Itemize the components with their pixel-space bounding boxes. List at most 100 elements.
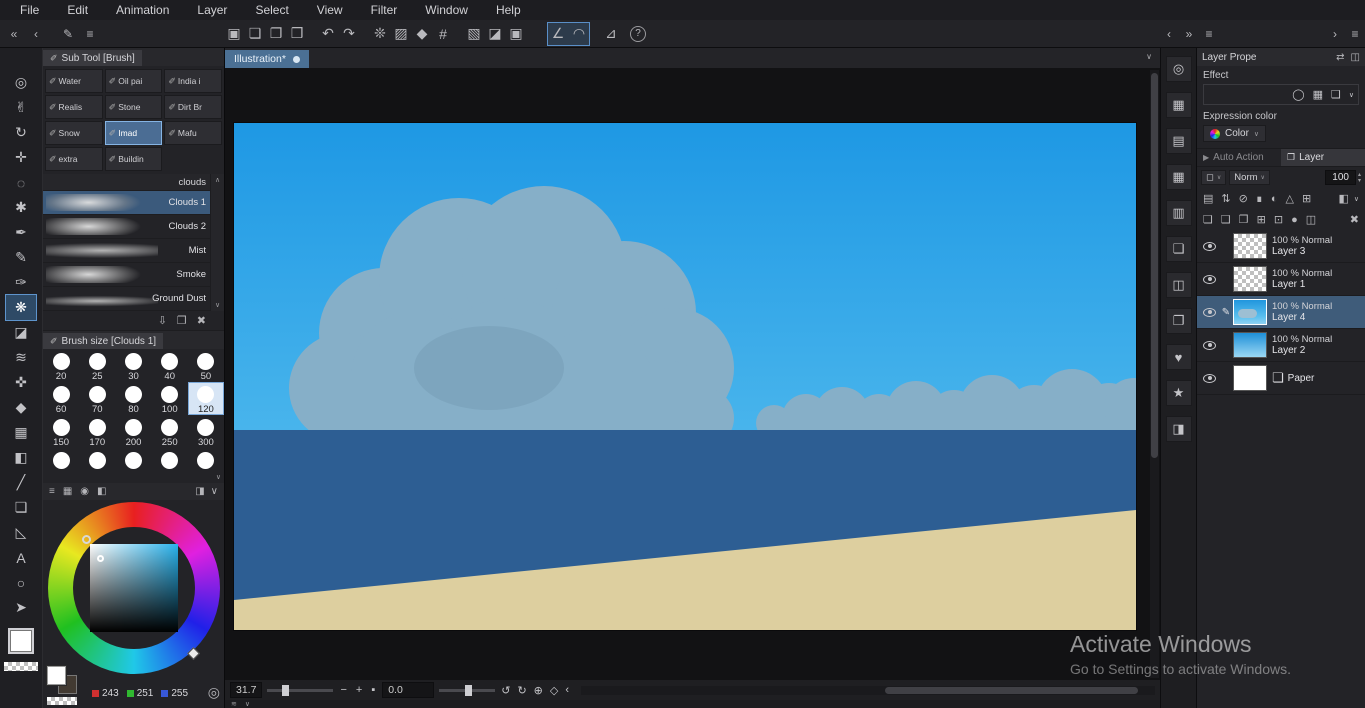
snap-special-icon[interactable]: ◪ [485, 23, 505, 45]
size-25[interactable]: 25 [79, 349, 115, 382]
brush-item-smoke[interactable]: Smoke [43, 263, 224, 287]
size-more[interactable] [43, 448, 79, 481]
star-panel-icon[interactable]: ★ [1165, 380, 1192, 406]
color-history-icon[interactable]: ◨ [195, 486, 204, 497]
layer-name[interactable]: Layer 4 [1272, 312, 1332, 323]
brush-group-mafu[interactable]: ✐ Mafu [164, 121, 222, 145]
flip-view-icon[interactable]: ◇ [549, 684, 559, 697]
effect-caret-icon[interactable]: ∨ [1349, 91, 1354, 99]
size-250[interactable]: 250 [152, 415, 188, 448]
vertical-scroll-thumb[interactable] [1151, 73, 1158, 458]
menu-view[interactable]: View [303, 3, 357, 17]
layer-thumbnail[interactable] [1233, 332, 1267, 358]
scroll-left-icon[interactable]: ‹ [564, 684, 570, 696]
zoom-in-button[interactable]: + [354, 684, 364, 696]
lock-alpha-icon[interactable]: ◐ [1271, 193, 1278, 205]
tab-layer[interactable]: ❐ Layer [1281, 149, 1365, 166]
reset-view-icon[interactable]: ⊕ [533, 684, 544, 697]
brush-group-imad[interactable]: ✐ Imad [104, 121, 163, 145]
foreground-color-swatch[interactable] [8, 628, 34, 654]
figure-tool[interactable]: ╱ [6, 470, 36, 495]
airbrush-tool[interactable]: ❋ [5, 294, 37, 321]
subtool-panel-tab[interactable]: ✐ Sub Tool [Brush] [43, 50, 142, 66]
size-300[interactable]: 300 [188, 415, 224, 448]
scroll-down-icon[interactable]: ∨ [215, 301, 220, 309]
size-scroll-down-icon[interactable]: ∨ [216, 473, 221, 481]
material-panel-icon[interactable]: ▦ [1165, 92, 1192, 118]
workspace-icon[interactable]: ▣ [224, 23, 244, 45]
quick-access-panel-icon[interactable]: ◎ [1165, 56, 1192, 82]
rotate-canvas-tool[interactable]: ↻ [6, 120, 36, 145]
size-20[interactable]: 20 [43, 349, 79, 382]
snap-grid-icon[interactable]: ▣ [506, 23, 526, 45]
opacity-control[interactable]: 100 ▴ ▾ [1325, 170, 1361, 185]
zoom-tool[interactable]: ◎ [6, 70, 36, 95]
pen-tool[interactable]: ✒ [6, 220, 36, 245]
import-brush-icon[interactable]: ⇩ [158, 314, 167, 327]
operation-tool[interactable]: ➤ [6, 595, 36, 620]
menu-window[interactable]: Window [411, 3, 482, 17]
layer-property-swap-icon[interactable]: ⇄ [1336, 52, 1344, 63]
new-vector-layer-icon[interactable]: ❑ [1221, 213, 1231, 226]
brush-group-extra[interactable]: ✐ extra [45, 147, 103, 171]
undo-icon[interactable]: ↶ [318, 23, 338, 45]
canvas-vertical-scrollbar[interactable] [1150, 70, 1159, 678]
auto-select-tool[interactable]: ✱ [6, 195, 36, 220]
tab-close-icon[interactable] [292, 55, 300, 63]
brush-group-oil[interactable]: ✐ Oil pai [104, 69, 163, 93]
tone-effect-icon[interactable]: ▦ [1313, 88, 1323, 101]
blend-mode-select[interactable]: Norm ∨ [1229, 170, 1270, 185]
layer-color-effect-icon[interactable]: ❑ [1331, 88, 1341, 101]
subview-panel-icon[interactable]: ▦ [1165, 164, 1192, 190]
layer-color-caret-icon[interactable]: ∨ [1354, 195, 1359, 203]
detail-panel-icon[interactable]: ◨ [1165, 416, 1192, 442]
opacity-down-icon[interactable]: ▾ [1358, 178, 1361, 184]
blend-tool[interactable]: ≋ [6, 345, 36, 370]
size-more[interactable] [115, 448, 151, 481]
layer-row-layer1[interactable]: 100 % Normal Layer 1 [1197, 263, 1365, 296]
layer-name[interactable]: Layer 2 [1272, 345, 1332, 356]
visibility-eye-icon[interactable] [1203, 340, 1216, 350]
information-panel-icon[interactable]: ▥ [1165, 200, 1192, 226]
eraser-cmd-icon[interactable]: ◆ [412, 23, 432, 45]
delete-layer-icon[interactable]: ✖ [1350, 213, 1359, 226]
delete-brush-icon[interactable]: ✖ [197, 314, 206, 327]
transparent-color-swatch[interactable] [4, 662, 38, 671]
layer-name[interactable]: Layer 3 [1272, 246, 1332, 257]
layer-thumbnail[interactable] [1233, 233, 1267, 259]
redo-icon[interactable]: ↷ [339, 23, 359, 45]
apply-mask-icon[interactable]: ◫ [1306, 213, 1316, 226]
panel-menu-right-icon[interactable]: ≡ [1345, 23, 1365, 45]
eraser-tool[interactable]: ◪ [6, 320, 36, 345]
foreground-color-swatch-small[interactable] [46, 665, 67, 686]
menu-help[interactable]: Help [482, 3, 535, 17]
duplicate-brush-icon[interactable]: ❐ [177, 314, 187, 327]
menu-animation[interactable]: Animation [102, 3, 183, 17]
border-effect-icon[interactable]: ◯ [1292, 88, 1304, 101]
new-folder-icon[interactable]: ❐ [1239, 213, 1249, 226]
timeline-icon[interactable]: ≋ [231, 700, 237, 708]
angle-snap-icon[interactable]: ∠ [548, 23, 568, 45]
brush-group-building[interactable]: ✐ Buildin [104, 147, 163, 171]
brush-group-water[interactable]: ✐ Water [45, 69, 103, 93]
help-icon[interactable]: ? [630, 25, 646, 42]
layer-row-layer2[interactable]: 100 % Normal Layer 2 [1197, 329, 1365, 362]
panel-expand-right-icon[interactable]: › [1325, 23, 1345, 45]
brush-tool[interactable]: ✑ [6, 270, 36, 295]
enable-mask-icon[interactable]: △ [1286, 192, 1294, 205]
transfer-layer-icon[interactable]: ⊞ [1257, 213, 1266, 226]
move-tool[interactable]: ✛ [6, 145, 36, 170]
liquify-tool[interactable]: ◆ [6, 395, 36, 420]
menu-file[interactable]: File [6, 3, 53, 17]
zoom-out-button[interactable]: − [338, 684, 348, 696]
menu-select[interactable]: Select [241, 3, 302, 17]
canvas-horizontal-scrollbar[interactable] [581, 685, 1155, 695]
gradient-tool[interactable]: ▦ [6, 420, 36, 445]
size-50[interactable]: 50 [188, 349, 224, 382]
document-tab[interactable]: Illustration* [225, 50, 309, 68]
rotate-left-icon[interactable]: ↺ [500, 684, 511, 697]
clip-to-layer-icon[interactable]: ▤ [1203, 192, 1213, 205]
correction-tool[interactable]: ✜ [6, 370, 36, 395]
color-panel-caret-icon[interactable]: ∨ [211, 486, 218, 497]
balloon-tool[interactable]: ○ [6, 570, 36, 595]
